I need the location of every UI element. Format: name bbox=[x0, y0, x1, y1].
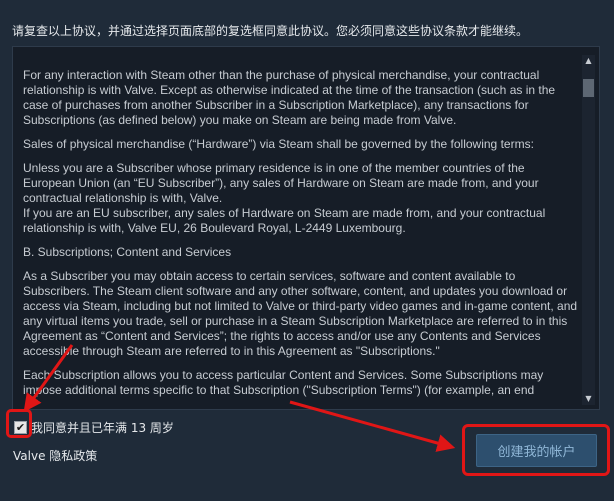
agreement-paragraph: Each Subscription allows you to access p… bbox=[23, 368, 544, 397]
scroll-thumb[interactable] bbox=[583, 79, 594, 97]
privacy-policy-link[interactable]: Valve 隐私政策 bbox=[13, 447, 97, 464]
checkmark-icon: ✔ bbox=[15, 420, 26, 434]
agree-checkbox[interactable]: ✔ bbox=[14, 420, 27, 434]
agree-row[interactable]: ✔ 我同意并且已年满 13 周岁 bbox=[14, 418, 174, 436]
scroll-up-icon[interactable]: ▲ bbox=[582, 55, 595, 67]
create-account-button[interactable]: 创建我的帐户 bbox=[476, 434, 597, 467]
agreement-paragraph: As a Subscriber you may obtain access to… bbox=[23, 269, 578, 358]
agreement-paragraph: For any interaction with Steam other tha… bbox=[23, 68, 556, 127]
agreement-paragraph: Unless you are a Subscriber whose primar… bbox=[23, 161, 539, 205]
agreement-text: For any interaction with Steam other tha… bbox=[23, 47, 579, 407]
agreement-scroll-box[interactable]: For any interaction with Steam other tha… bbox=[12, 46, 600, 410]
agreement-paragraph: Sales of physical merchandise (“Hardware… bbox=[23, 137, 534, 151]
agreement-paragraph: B. Subscriptions; Content and Services bbox=[23, 245, 232, 259]
agreement-scrollbar[interactable]: ▲ ▼ bbox=[582, 55, 595, 405]
agreement-instructions: 请复查以上协议，并通过选择页面底部的复选框同意此协议。您必须同意这些协议条款才能… bbox=[12, 24, 529, 38]
agree-label[interactable]: 我同意并且已年满 13 周岁 bbox=[31, 419, 174, 436]
steam-agreement-window: 请复查以上协议，并通过选择页面底部的复选框同意此协议。您必须同意这些协议条款才能… bbox=[0, 0, 614, 501]
scroll-down-icon[interactable]: ▼ bbox=[582, 393, 595, 405]
agreement-paragraph: If you are an EU subscriber, any sales o… bbox=[23, 206, 546, 235]
